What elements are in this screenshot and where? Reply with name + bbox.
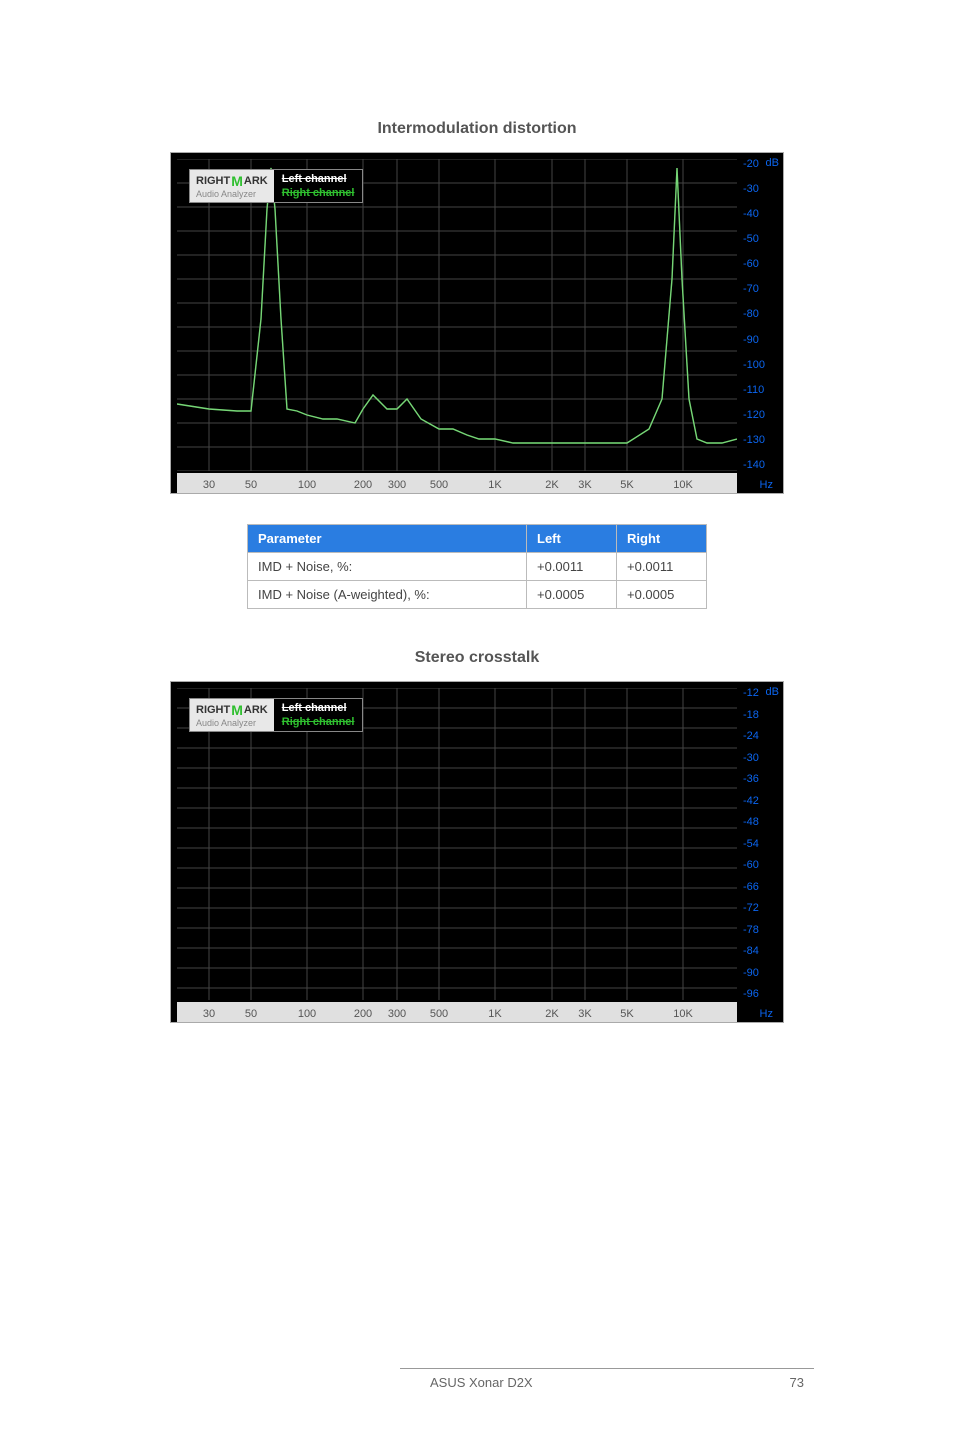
x-tick: 2K <box>545 1008 558 1020</box>
crosstalk-chart: RIGHT M ARK Audio Analyzer Left channel … <box>170 681 784 1023</box>
logo-sub: Audio Analyzer <box>196 189 268 199</box>
x-tick: 1K <box>488 1008 501 1020</box>
logo-text: ARK <box>244 704 268 716</box>
x-tick: 50 <box>245 479 257 491</box>
rightmark-logo: RIGHT M ARK Audio Analyzer <box>190 170 274 202</box>
x-tick: 500 <box>430 479 448 491</box>
x-tick: 10K <box>673 1008 693 1020</box>
imd-x-strip: 30501002003005001K2K3K5K10K Hz <box>177 473 737 493</box>
logo-m-icon: M <box>231 702 243 718</box>
legend-left: Left channel <box>282 173 355 185</box>
x-tick: 500 <box>430 1008 448 1020</box>
y-tick: -36 <box>739 774 783 785</box>
x-tick: 100 <box>298 479 316 491</box>
y-tick: -18 <box>739 710 783 721</box>
y-tick: -30 <box>739 184 783 195</box>
legend-left: Left channel <box>282 702 355 714</box>
y-unit: dB <box>766 157 779 169</box>
x-tick: 300 <box>388 479 406 491</box>
logo-text: RIGHT <box>196 704 230 716</box>
x-tick: 100 <box>298 1008 316 1020</box>
y-tick: -90 <box>739 968 783 979</box>
x-tick: 200 <box>354 1008 372 1020</box>
y-tick: -50 <box>739 234 783 245</box>
y-tick: -42 <box>739 796 783 807</box>
y-tick: -24 <box>739 731 783 742</box>
y-tick: -40 <box>739 209 783 220</box>
x-tick: 30 <box>203 1008 215 1020</box>
cell-right: +0.0005 <box>617 581 707 609</box>
page-footer: ASUS Xonar D2X 73 <box>0 1368 954 1398</box>
x-tick: 1K <box>488 479 501 491</box>
crosstalk-legend: RIGHT M ARK Audio Analyzer Left channel … <box>189 698 363 732</box>
x-unit: Hz <box>760 1008 773 1020</box>
y-tick: -84 <box>739 946 783 957</box>
x-tick: 300 <box>388 1008 406 1020</box>
cell-left: +0.0011 <box>527 553 617 581</box>
imd-plot-area: RIGHT M ARK Audio Analyzer Left channel … <box>177 159 737 471</box>
footer-page: 73 <box>790 1375 804 1390</box>
y-tick: -100 <box>739 360 783 371</box>
y-tick: -66 <box>739 882 783 893</box>
cell-right: +0.0011 <box>617 553 707 581</box>
logo-text: ARK <box>244 175 268 187</box>
y-tick: -80 <box>739 309 783 320</box>
imd-legend: RIGHT M ARK Audio Analyzer Left channel … <box>189 169 363 203</box>
y-tick: -110 <box>739 385 783 396</box>
x-tick: 2K <box>545 479 558 491</box>
rightmark-logo: RIGHT M ARK Audio Analyzer <box>190 699 274 731</box>
x-tick: 30 <box>203 479 215 491</box>
y-unit: dB <box>766 686 779 698</box>
logo-text: RIGHT <box>196 175 230 187</box>
legend-right: Right channel <box>282 716 355 728</box>
crosstalk-y-ticks: -12-18-24-30-36-42-48-54-60-66-72-78-84-… <box>739 688 783 1000</box>
y-tick: -90 <box>739 335 783 346</box>
th-param: Parameter <box>248 525 527 553</box>
imd-y-ticks: -20-30-40-50-60-70-80-90-100-110-120-130… <box>739 159 783 471</box>
imd-chart: RIGHT M ARK Audio Analyzer Left channel … <box>170 152 784 494</box>
x-tick: 3K <box>578 1008 591 1020</box>
y-tick: -48 <box>739 817 783 828</box>
logo-sub: Audio Analyzer <box>196 718 268 728</box>
cell-left: +0.0005 <box>527 581 617 609</box>
x-tick: 3K <box>578 479 591 491</box>
section-title-imd: Intermodulation distortion <box>160 120 794 138</box>
y-tick: -70 <box>739 284 783 295</box>
imd-table: Parameter Left Right IMD + Noise, %:+0.0… <box>247 524 707 609</box>
x-tick: 200 <box>354 479 372 491</box>
y-tick: -60 <box>739 860 783 871</box>
y-tick: -72 <box>739 903 783 914</box>
section-title-crosstalk: Stereo crosstalk <box>160 649 794 667</box>
x-tick: 5K <box>620 479 633 491</box>
y-tick: -30 <box>739 753 783 764</box>
y-tick: -130 <box>739 435 783 446</box>
footer-product: ASUS Xonar D2X <box>430 1375 533 1390</box>
x-unit: Hz <box>760 479 773 491</box>
crosstalk-x-strip: 30501002003005001K2K3K5K10K Hz <box>177 1002 737 1022</box>
logo-m-icon: M <box>231 173 243 189</box>
table-row: IMD + Noise (A-weighted), %:+0.0005+0.00… <box>248 581 707 609</box>
y-tick: -96 <box>739 989 783 1000</box>
y-tick: -140 <box>739 460 783 471</box>
legend-right: Right channel <box>282 187 355 199</box>
table-row: IMD + Noise, %:+0.0011+0.0011 <box>248 553 707 581</box>
cell-param: IMD + Noise (A-weighted), %: <box>248 581 527 609</box>
x-tick: 50 <box>245 1008 257 1020</box>
y-tick: -78 <box>739 925 783 936</box>
crosstalk-plot-area: RIGHT M ARK Audio Analyzer Left channel … <box>177 688 737 1000</box>
x-tick: 10K <box>673 479 693 491</box>
th-right: Right <box>617 525 707 553</box>
y-tick: -60 <box>739 259 783 270</box>
cell-param: IMD + Noise, %: <box>248 553 527 581</box>
th-left: Left <box>527 525 617 553</box>
y-tick: -120 <box>739 410 783 421</box>
y-tick: -54 <box>739 839 783 850</box>
x-tick: 5K <box>620 1008 633 1020</box>
